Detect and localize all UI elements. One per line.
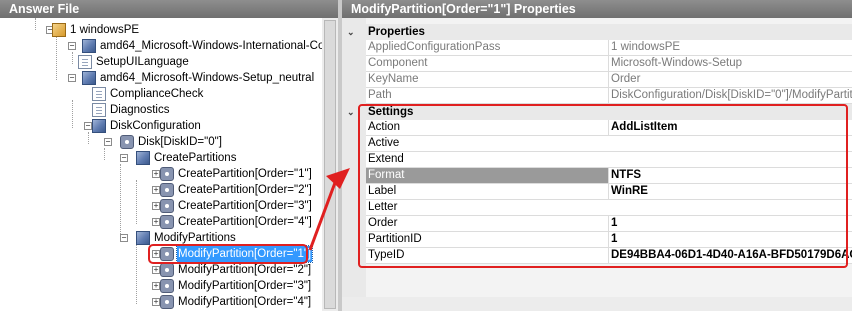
tree-line <box>72 100 73 128</box>
expand-icon[interactable]: + <box>152 170 160 178</box>
chevron-down-icon[interactable]: ⌄ <box>347 24 355 40</box>
tree-node-label: CreatePartition[Order="2"] <box>178 184 312 196</box>
property-key: AppliedConfigurationPass <box>368 41 501 53</box>
tree-node-createpartition-3[interactable]: + CreatePartition[Order="3"] <box>152 198 313 214</box>
tree-line <box>104 148 105 160</box>
collapse-icon[interactable]: − <box>120 234 128 242</box>
collapse-icon[interactable]: − <box>104 138 112 146</box>
tree-node-setup-neutral[interactable]: − amd64_Microsoft-Windows-Setup_neutral <box>68 70 315 86</box>
list-item-icon <box>160 183 174 197</box>
settings-callout-box <box>358 104 848 268</box>
tree-line <box>88 132 89 144</box>
tree-node-diagnostics[interactable]: Diagnostics <box>92 102 170 118</box>
list-item-icon <box>160 295 174 309</box>
tree-node-label: CreatePartitions <box>154 152 237 164</box>
tree-node-label: 1 windowsPE <box>70 24 140 36</box>
property-row[interactable]: KeyName Order <box>366 72 852 88</box>
tree-node-label: ModifyPartition[Order="4"] <box>178 296 312 308</box>
tree-line <box>120 164 121 240</box>
expand-icon[interactable]: + <box>152 202 160 210</box>
tree-node-label: amd64_Microsoft-Windows-Setup_neutral <box>100 72 315 84</box>
setting-icon <box>92 103 106 117</box>
component-icon <box>82 71 96 85</box>
property-row[interactable]: Path DiskConfiguration/Disk[DiskID="0"]/… <box>366 88 852 104</box>
property-value: 1 windowsPE <box>608 40 852 55</box>
property-row[interactable]: AppliedConfigurationPass 1 windowsPE <box>366 40 852 56</box>
expand-icon[interactable]: + <box>152 298 160 306</box>
tree-node-createpartition-4[interactable]: + CreatePartition[Order="4"] <box>152 214 313 230</box>
tree-node-createpartition-1[interactable]: + CreatePartition[Order="1"] <box>152 166 313 182</box>
setting-icon <box>136 231 150 245</box>
tree-node-label: Diagnostics <box>110 104 170 116</box>
tree-node-createpartition-2[interactable]: + CreatePartition[Order="2"] <box>152 182 313 198</box>
setting-icon <box>92 87 106 101</box>
property-value: Microsoft-Windows-Setup <box>608 56 852 71</box>
properties-header: ModifyPartition[Order="1"] Properties <box>342 0 852 18</box>
setting-icon <box>78 55 92 69</box>
selected-node-callout-box <box>148 244 308 264</box>
pass-icon <box>52 23 66 37</box>
section-title: Properties <box>368 26 425 38</box>
list-item-icon <box>120 135 134 149</box>
setting-icon <box>92 119 106 133</box>
property-key: Component <box>368 57 428 69</box>
tree-line <box>72 52 73 64</box>
answer-file-header: Answer File <box>0 0 338 18</box>
answer-file-tree[interactable]: − 1 windowsPE − amd64_Microsoft-Windows-… <box>0 18 322 311</box>
tree-node-createpartitions[interactable]: − CreatePartitions <box>120 150 237 166</box>
tree-node-label: CreatePartition[Order="4"] <box>178 216 312 228</box>
list-item-icon <box>160 279 174 293</box>
tree-vertical-scrollbar[interactable] <box>322 18 338 311</box>
tree-node-label: ModifyPartition[Order="2"] <box>178 264 312 276</box>
property-value: DiskConfiguration/Disk[DiskID="0"]/Modif… <box>608 88 852 103</box>
tree-node-international-core[interactable]: − amd64_Microsoft-Windows-International-… <box>68 38 322 54</box>
tree-node-setupuilanguage[interactable]: SetupUILanguage <box>78 54 190 70</box>
properties-horizontal-scrollbar[interactable] <box>342 297 852 311</box>
property-key: Path <box>368 89 392 101</box>
expand-icon[interactable]: + <box>152 266 160 274</box>
property-value: Order <box>608 72 852 87</box>
collapse-icon[interactable]: − <box>68 74 76 82</box>
tree-line <box>56 36 57 80</box>
properties-title: ModifyPartition[Order="1"] Properties <box>351 2 576 16</box>
collapse-icon[interactable]: − <box>68 42 76 50</box>
tree-node-label: ComplianceCheck <box>110 88 204 100</box>
list-item-icon <box>160 199 174 213</box>
expand-icon[interactable]: + <box>152 186 160 194</box>
tree-node-diskconfiguration[interactable]: − DiskConfiguration <box>84 118 202 134</box>
tree-node-label: ModifyPartition[Order="3"] <box>178 280 312 292</box>
tree-node-label: Disk[DiskID="0"] <box>138 136 222 148</box>
scrollbar-thumb[interactable] <box>324 20 336 309</box>
tree-node-label: SetupUILanguage <box>96 56 189 68</box>
tree-node-label: DiskConfiguration <box>110 120 201 132</box>
property-key: KeyName <box>368 73 419 85</box>
tree-node-modifypartition-4[interactable]: + ModifyPartition[Order="4"] <box>152 294 312 310</box>
component-icon <box>82 39 96 53</box>
tree-node-modifypartition-3[interactable]: + ModifyPartition[Order="3"] <box>152 278 312 294</box>
expand-icon[interactable]: + <box>152 282 160 290</box>
collapse-icon[interactable]: − <box>84 122 92 130</box>
properties-section-header[interactable]: ⌄ Properties <box>342 24 852 40</box>
tree-line <box>136 244 137 304</box>
tree-node-disk0[interactable]: − Disk[DiskID="0"] <box>104 134 223 150</box>
list-item-icon <box>160 215 174 229</box>
tree-line <box>35 18 36 30</box>
tree-node-label: CreatePartition[Order="3"] <box>178 200 312 212</box>
tree-node-compliancecheck[interactable]: ComplianceCheck <box>92 86 204 102</box>
collapse-icon[interactable]: − <box>120 154 128 162</box>
tree-line <box>136 180 137 224</box>
property-row[interactable]: Component Microsoft-Windows-Setup <box>366 56 852 72</box>
tree-node-label: amd64_Microsoft-Windows-International-Co… <box>100 40 322 52</box>
tree-node-label: CreatePartition[Order="1"] <box>178 168 312 180</box>
chevron-down-icon[interactable]: ⌄ <box>347 104 355 120</box>
tree-node-modifypartition-2[interactable]: + ModifyPartition[Order="2"] <box>152 262 312 278</box>
list-item-icon <box>160 263 174 277</box>
setting-icon <box>136 151 150 165</box>
expand-icon[interactable]: + <box>152 218 160 226</box>
list-item-icon <box>160 167 174 181</box>
tree-node-windowspe[interactable]: − 1 windowsPE <box>46 22 140 38</box>
answer-file-title: Answer File <box>9 2 80 16</box>
